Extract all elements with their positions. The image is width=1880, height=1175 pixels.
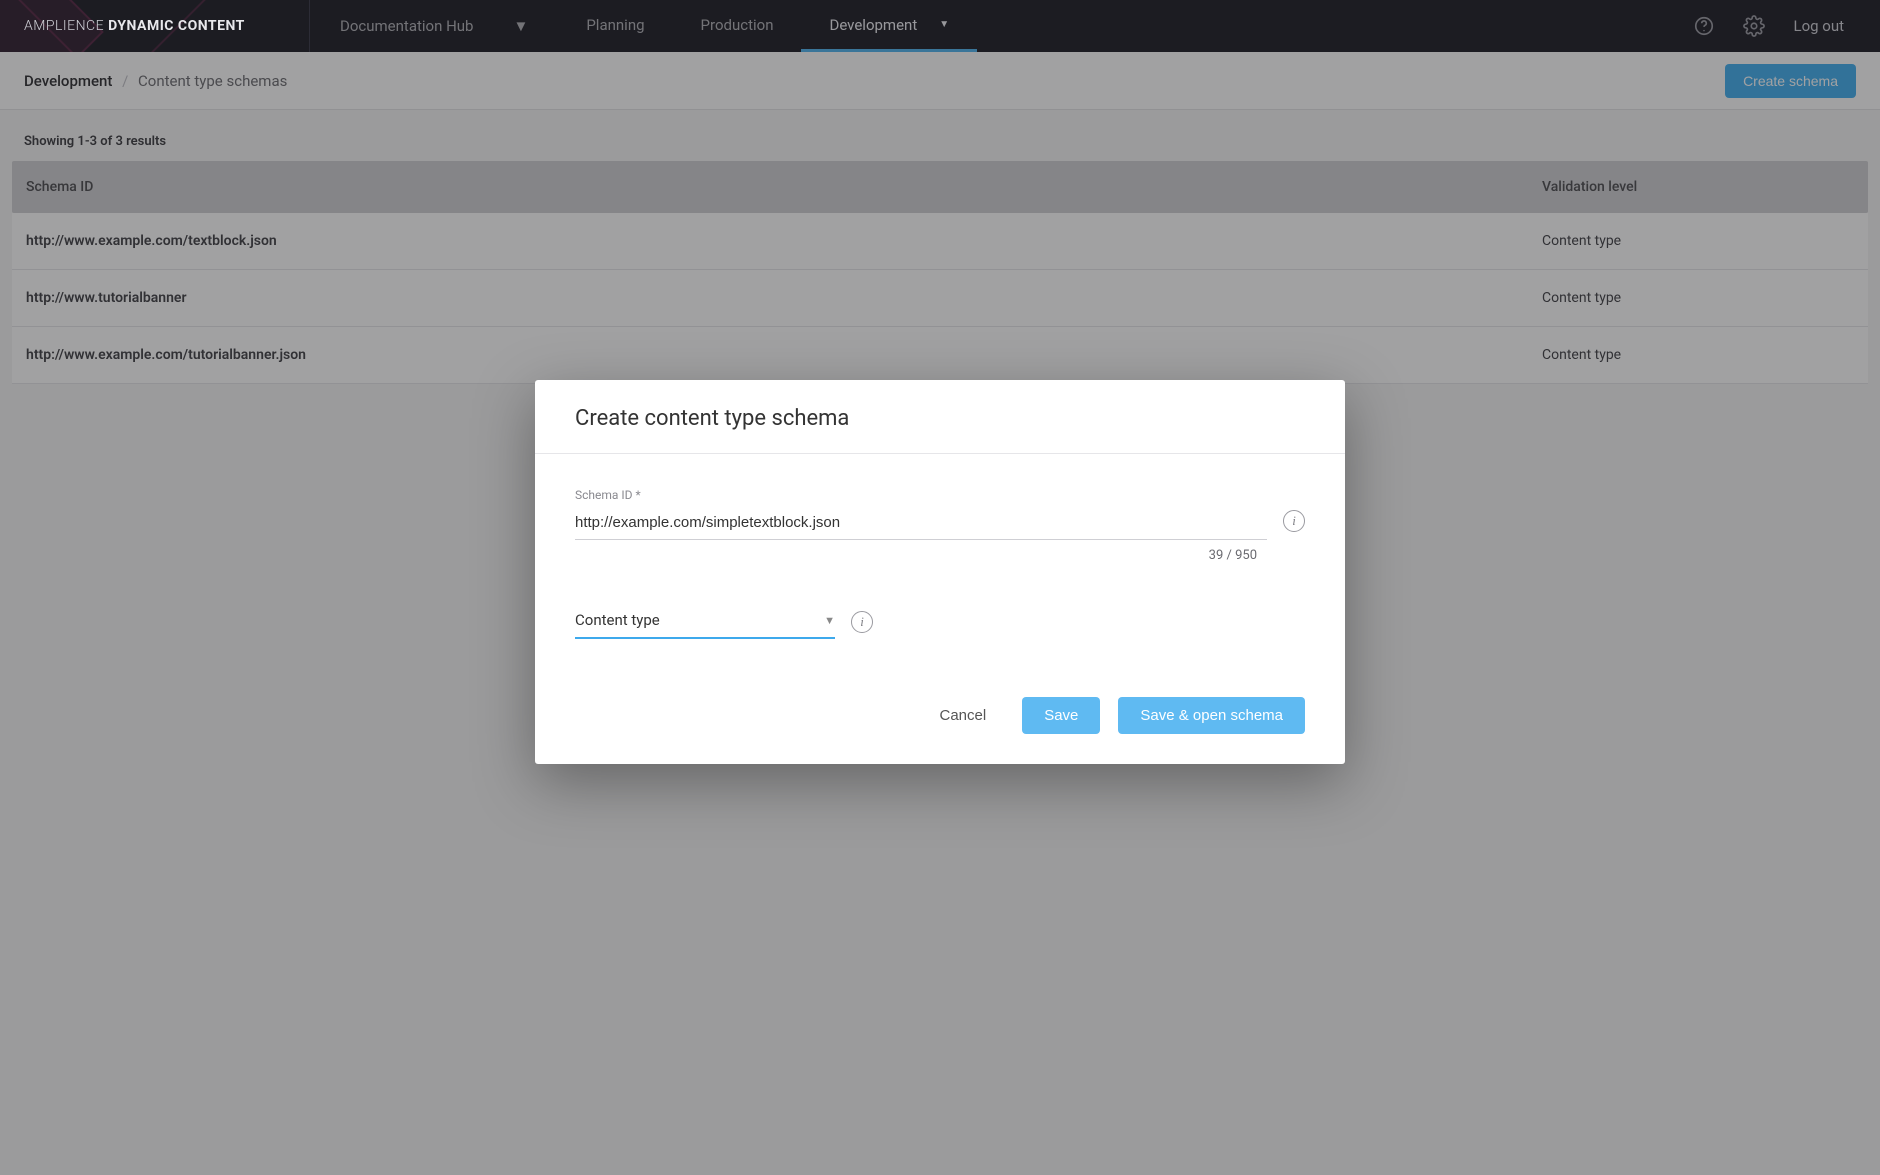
create-schema-modal: Create content type schema Schema ID * i…	[535, 380, 1345, 764]
select-value: Content type	[575, 611, 660, 629]
schema-id-label: Schema ID *	[575, 488, 1267, 502]
info-icon[interactable]: i	[851, 611, 873, 633]
save-button[interactable]: Save	[1022, 697, 1100, 734]
schema-id-input[interactable]	[575, 508, 1267, 540]
modal-footer: Cancel Save Save & open schema	[535, 679, 1345, 764]
brand-bold: DYNAMIC CONTENT	[108, 18, 245, 34]
modal-body: Schema ID * i 39 / 950 Content type ▼ i	[535, 454, 1345, 679]
brand-logo: AMPLIENCE DYNAMIC CONTENT	[0, 0, 310, 52]
save-open-schema-button[interactable]: Save & open schema	[1118, 697, 1305, 734]
char-count: 39 / 950	[575, 548, 1305, 563]
modal-title: Create content type schema	[535, 380, 1345, 454]
info-icon[interactable]: i	[1283, 510, 1305, 532]
modal-overlay[interactable]: Create content type schema Schema ID * i…	[0, 0, 1880, 1175]
chevron-down-icon: ▼	[824, 614, 835, 627]
brand-light: AMPLIENCE	[24, 18, 104, 34]
cancel-button[interactable]: Cancel	[922, 697, 1005, 734]
validation-level-select[interactable]: Content type ▼	[575, 605, 835, 639]
